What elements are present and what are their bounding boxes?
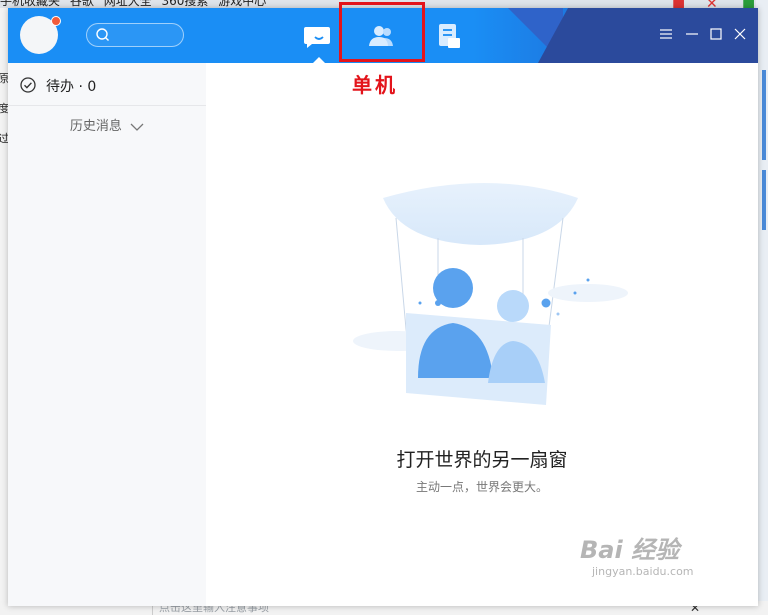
bookmark-item[interactable]: 网址大全 xyxy=(104,0,152,8)
background-left-strip: 原 度 过 xyxy=(0,8,9,608)
history-messages-toggle[interactable]: 历史消息 xyxy=(8,115,206,134)
maximize-icon[interactable] xyxy=(708,26,724,42)
menu-icon[interactable] xyxy=(658,26,674,42)
notification-dot xyxy=(51,16,61,26)
empty-state-illustration xyxy=(353,183,628,405)
docs-tab-icon[interactable] xyxy=(433,20,465,52)
empty-state-subtitle: 主动一点，世界会更大。 xyxy=(415,480,548,494)
watermark-brand: Bai 经验 xyxy=(580,536,680,564)
sidebar: 待办 · 0 历史消息 xyxy=(8,63,206,606)
background-scroll-accent xyxy=(762,170,766,230)
watermark: Bai 经验 jingyan.baidu.com xyxy=(580,530,694,578)
annotation-label: 单机 xyxy=(352,73,398,97)
history-label: 历史消息 xyxy=(69,119,122,134)
bookmark-item[interactable]: 谷歌 xyxy=(70,0,94,8)
minimize-icon[interactable] xyxy=(684,26,700,42)
check-circle-icon xyxy=(20,77,36,93)
search-icon xyxy=(96,28,109,41)
background-scroll-accent xyxy=(762,70,766,160)
chevron-down-icon xyxy=(130,123,144,131)
watermark-url: jingyan.baidu.com xyxy=(592,565,694,578)
todo-item[interactable]: 待办 · 0 xyxy=(8,63,206,106)
bookmark-item[interactable]: 360搜索 xyxy=(162,0,209,8)
annotation-highlight-box xyxy=(339,2,425,62)
empty-state-title: 打开世界的另一扇窗 xyxy=(396,449,568,471)
bookmark-item[interactable]: 手机收藏夹 xyxy=(0,0,60,8)
close-icon[interactable] xyxy=(732,26,748,42)
search-box[interactable] xyxy=(86,23,184,47)
messages-tab-icon[interactable] xyxy=(303,20,335,52)
title-bar-decoration xyxy=(538,8,758,63)
todo-label: 待办 · 0 xyxy=(46,79,97,95)
bookmark-item[interactable]: 游戏中心 xyxy=(218,0,266,8)
active-tab-indicator xyxy=(313,57,325,63)
